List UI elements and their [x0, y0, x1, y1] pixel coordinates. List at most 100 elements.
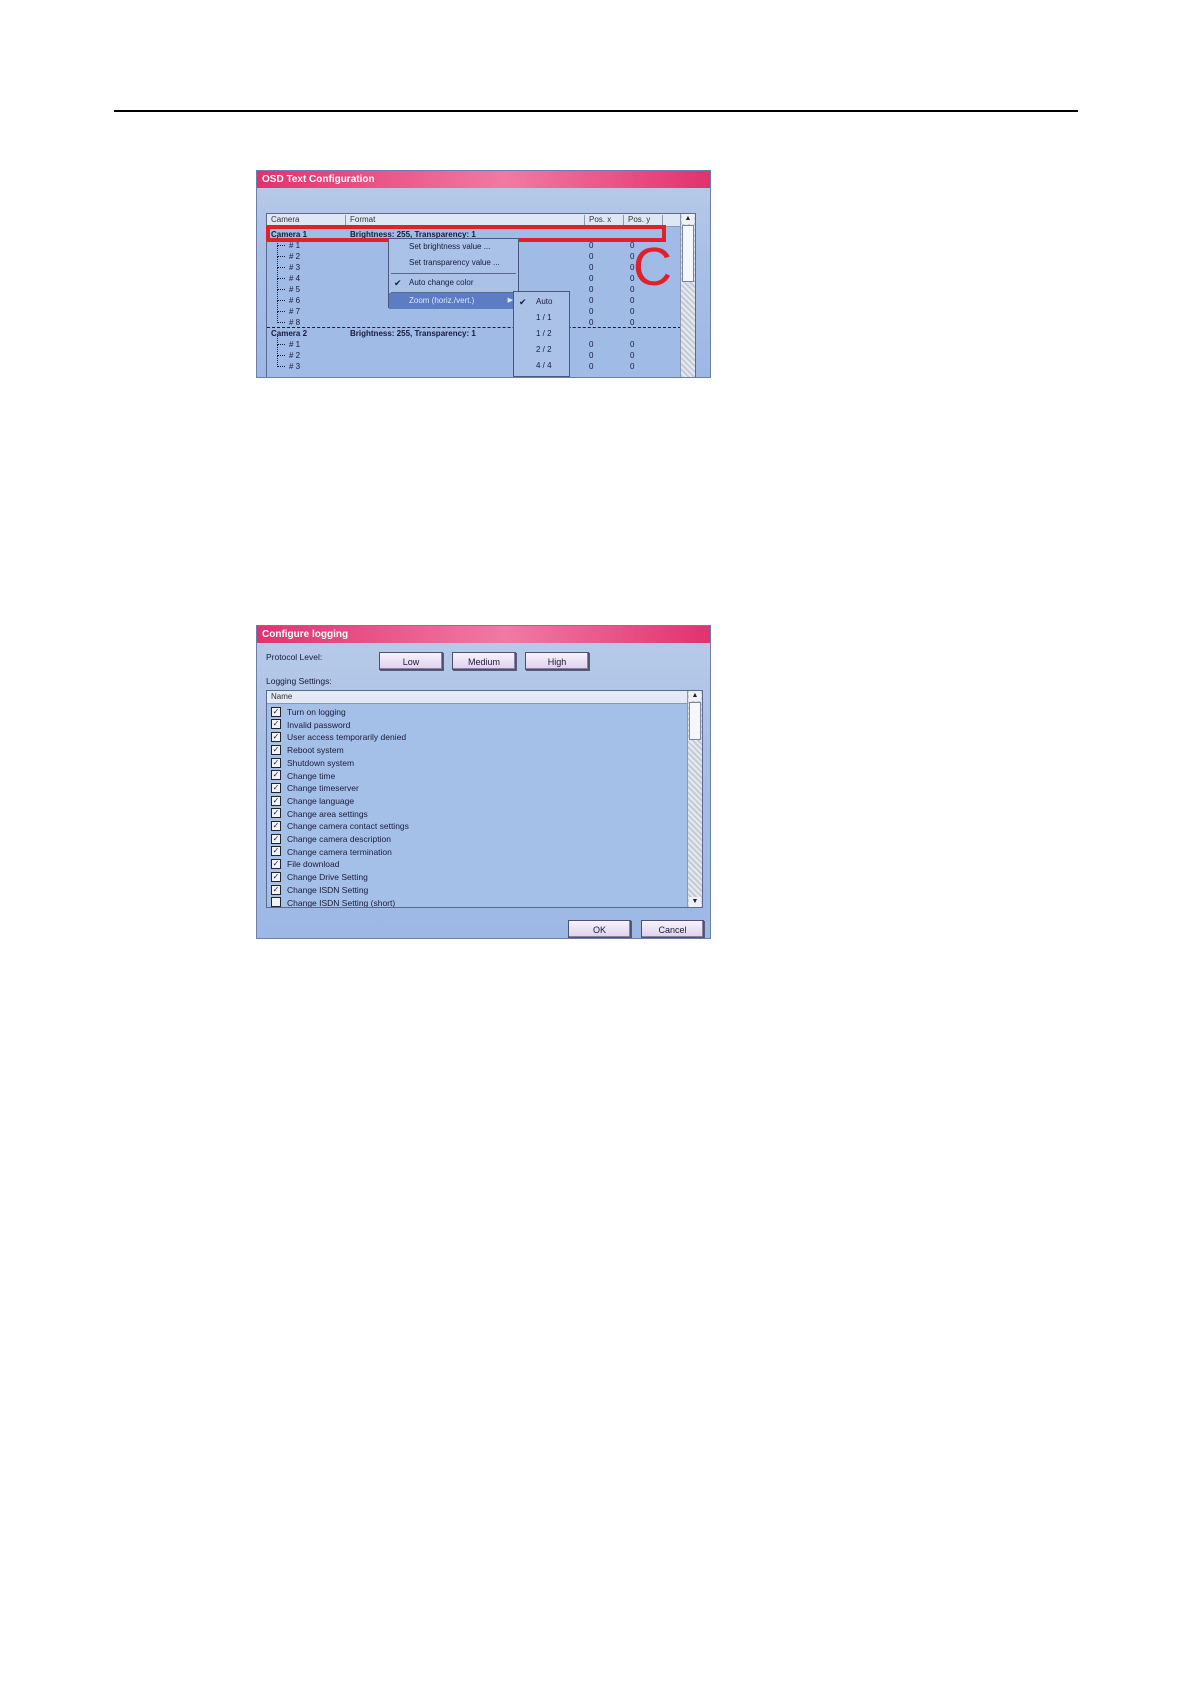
logging-vertical-scrollbar[interactable]: ▲ ▼ [687, 691, 702, 907]
logging-setting-item[interactable]: ✓ Invalid password [271, 719, 350, 732]
scroll-up-arrow-icon[interactable]: ▲ [682, 214, 694, 224]
row-pos-x: 0 [589, 362, 594, 371]
logging-setting-item[interactable]: ✓ Change camera contact settings [271, 820, 409, 833]
logging-setting-item[interactable]: ✓ User access temporarily denied [271, 731, 406, 744]
osd-window-title: OSD Text Configuration [257, 171, 710, 188]
checkbox-icon[interactable]: ✓ [271, 859, 281, 870]
logging-setting-item[interactable]: ✓ Change ISDN Setting [271, 884, 368, 897]
logging-setting-item[interactable]: Change ISDN Setting (short) [271, 897, 396, 908]
menu-item-zoom[interactable]: Zoom (horiz./vert.) ▶ [389, 293, 518, 309]
row-name: # 5 [289, 285, 301, 294]
level-low-button[interactable]: Low [379, 652, 443, 670]
zoom-submenu: ✔ Auto 1 / 1 1 / 2 2 / 2 4 / 4 [513, 291, 570, 377]
zoom-option-1-1[interactable]: 1 / 1 [514, 310, 569, 326]
row-name: # 2 [289, 252, 301, 261]
logging-setting-label: Change camera description [287, 834, 391, 844]
menu-item-set-brightness[interactable]: Set brightness value ... [389, 239, 518, 255]
row-pos-x: 0 [589, 340, 594, 349]
logging-setting-item[interactable]: ✓ Shutdown system [271, 757, 354, 770]
ok-button[interactable]: OK [568, 920, 631, 938]
annotation-letter-c: C [633, 237, 672, 297]
checkbox-icon[interactable]: ✓ [271, 795, 281, 806]
logging-setting-label: Change Drive Setting [287, 872, 368, 883]
logging-setting-label: Reboot system [287, 745, 344, 756]
scroll-down-arrow-icon[interactable]: ▼ [689, 897, 701, 907]
logging-settings-label: Logging Settings: [266, 676, 332, 686]
logging-setting-item[interactable]: ✓ Change camera termination [271, 846, 392, 859]
camera-sub-row[interactable]: # 1 0 0 [267, 339, 681, 350]
checkbox-icon[interactable] [271, 897, 281, 907]
menu-item-auto-change-color[interactable]: ✔ Auto change color [389, 275, 518, 291]
cancel-button[interactable]: Cancel [641, 920, 704, 938]
checkbox-icon[interactable]: ✓ [271, 846, 281, 857]
logging-setting-item[interactable]: ✓ Change area settings [271, 808, 368, 821]
checkbox-icon[interactable]: ✓ [271, 833, 281, 844]
row-pos-x: 0 [589, 296, 594, 305]
level-medium-button[interactable]: Medium [452, 652, 516, 670]
checkbox-icon[interactable]: ✓ [271, 884, 281, 895]
menu-item-label: Auto change color [409, 278, 474, 287]
checkbox-icon[interactable]: ✓ [271, 757, 281, 768]
tree-branch [277, 267, 285, 268]
logging-setting-label: Change camera contact settings [287, 821, 409, 832]
camera-sub-row[interactable]: # 3 0 0 [267, 361, 681, 372]
checkbox-icon[interactable]: ✓ [271, 719, 281, 730]
checkbox-icon[interactable]: ✓ [271, 744, 281, 755]
checkbox-icon[interactable]: ✓ [271, 821, 281, 832]
logging-setting-item[interactable]: ✓ Turn on logging [271, 706, 346, 719]
menu-item-set-transparency[interactable]: Set transparency value ... [389, 255, 518, 271]
row-name: # 3 [289, 263, 301, 272]
osd-context-menu: Set brightness value ... Set transparenc… [388, 238, 519, 309]
logging-setting-item[interactable]: ✓ Change camera description [271, 833, 391, 846]
logging-setting-label: Invalid password [287, 719, 351, 730]
scroll-up-arrow-icon[interactable]: ▲ [689, 691, 701, 701]
checkbox-icon[interactable]: ✓ [271, 808, 281, 819]
checkbox-icon[interactable]: ✓ [271, 871, 281, 882]
log-window-title: Configure logging [257, 626, 710, 643]
logging-setting-label: Change ISDN Setting (short) [287, 897, 396, 908]
row-pos-x: 0 [589, 252, 594, 261]
logging-setting-item[interactable]: ✓ File download [271, 858, 339, 871]
menu-separator [391, 273, 516, 274]
menu-item-label: Set brightness value ... [409, 242, 491, 251]
logging-setting-item[interactable]: ✓ Change time [271, 770, 335, 783]
scrollbar-thumb[interactable] [682, 225, 694, 282]
checkmark-icon: ✔ [519, 297, 527, 307]
checkbox-icon[interactable]: ✓ [271, 732, 281, 743]
row-name: # 6 [289, 296, 301, 305]
row-pos-y: 0 [630, 351, 635, 360]
logging-setting-item[interactable]: ✓ Change language [271, 795, 354, 808]
tree-branch [277, 289, 285, 290]
checkbox-icon[interactable]: ✓ [271, 770, 281, 781]
logging-setting-label: Change language [287, 795, 355, 806]
logging-setting-label: Turn on logging [287, 707, 346, 717]
checkbox-icon[interactable]: ✓ [271, 782, 281, 793]
zoom-option-label: 2 / 2 [536, 345, 552, 354]
row-pos-x: 0 [589, 285, 594, 294]
row-format: Brightness: 255, Transparency: 1 [350, 329, 476, 338]
tree-branch [277, 256, 285, 257]
zoom-option-1-2[interactable]: 1 / 2 [514, 326, 569, 342]
logging-settings-list[interactable]: Name ✓ Turn on logging ✓ Invalid password ✓ U… [266, 690, 703, 908]
list-header-name[interactable]: Name [267, 691, 688, 704]
logging-setting-item[interactable]: ✓ Change timeserver [271, 782, 359, 795]
zoom-option-2-2[interactable]: 2 / 2 [514, 342, 569, 358]
logging-setting-label: File download [287, 859, 340, 870]
tree-branch [277, 366, 285, 367]
zoom-option-auto[interactable]: ✔ Auto [514, 294, 569, 310]
osd-vertical-scrollbar[interactable]: ▲ [680, 214, 695, 377]
tree-branch [277, 322, 285, 323]
logging-setting-item[interactable]: ✓ Change Drive Setting [271, 871, 368, 884]
checkmark-icon: ✔ [394, 278, 402, 288]
tree-branch [277, 278, 285, 279]
checkbox-icon[interactable]: ✓ [271, 706, 281, 717]
logging-setting-label: Change timeserver [287, 783, 359, 794]
level-high-button[interactable]: High [525, 652, 589, 670]
logging-setting-item[interactable]: ✓ Reboot system [271, 744, 344, 757]
zoom-option-4-4[interactable]: 4 / 4 [514, 358, 569, 374]
row-pos-x: 0 [589, 351, 594, 360]
camera-sub-row[interactable]: # 2 0 0 [267, 350, 681, 361]
zoom-option-label: 4 / 4 [536, 361, 552, 370]
camera-row[interactable]: Camera 2 Brightness: 255, Transparency: 1 [267, 328, 681, 339]
scrollbar-thumb[interactable] [689, 702, 701, 740]
